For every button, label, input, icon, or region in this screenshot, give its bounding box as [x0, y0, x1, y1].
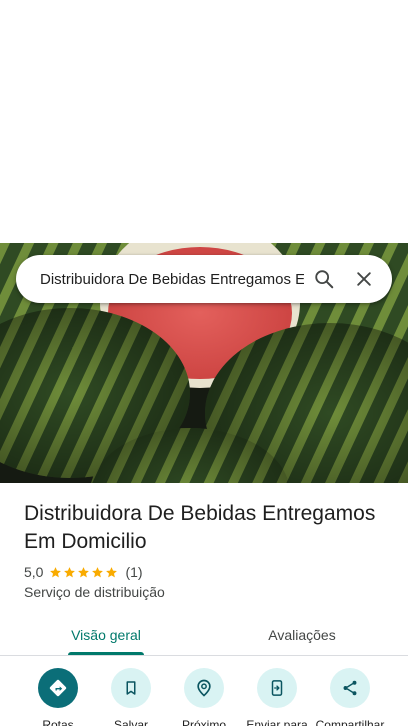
tab-reviews[interactable]: Avaliações [250, 614, 354, 656]
search-icon [315, 270, 334, 289]
nearby-label: Próximo [181, 718, 226, 726]
tab-bar: Visão geral Avaliações [0, 614, 408, 656]
map-blank-area [0, 0, 408, 243]
save-label: Salvar [113, 718, 148, 726]
share-icon [343, 680, 357, 696]
directions-button[interactable]: Rotas [18, 668, 98, 726]
place-category[interactable]: Serviço de distribuição [24, 584, 165, 600]
action-bar: Rotas Salvar Próximo Enviar para Compart… [0, 668, 408, 726]
place-title: Distribuidora De Bebidas Entregamos Em D… [24, 502, 376, 553]
rating-row[interactable]: 5,0 (1) [24, 563, 143, 581]
directions-label: Rotas [42, 718, 74, 726]
close-button[interactable] [344, 259, 384, 299]
share-label: Compartilhar [315, 718, 385, 726]
search-bar[interactable]: Distribuidora De Bebidas Entregamos Em D… [16, 255, 392, 303]
close-icon [357, 272, 371, 286]
bookmark-icon [126, 681, 136, 695]
active-tab-indicator [68, 652, 144, 655]
send-to-phone-icon [271, 680, 283, 696]
search-input[interactable]: Distribuidora De Bebidas Entregamos Em D… [40, 271, 304, 288]
directions-icon [49, 679, 67, 697]
star-rating [49, 566, 119, 579]
nearby-button[interactable]: Próximo [164, 668, 244, 726]
rating-value: 5,0 [24, 564, 44, 580]
tab-overview[interactable]: Visão geral [60, 614, 152, 656]
send-to-phone-button[interactable]: Enviar para [237, 668, 317, 726]
star-icon [92, 566, 104, 577]
review-count: (1) [125, 564, 143, 580]
share-button[interactable]: Compartilhar [310, 668, 390, 726]
search-button[interactable] [304, 259, 344, 299]
star-icon [106, 566, 118, 577]
star-icon [50, 566, 62, 577]
save-button[interactable]: Salvar [91, 668, 171, 726]
send-to-phone-label: Enviar para [246, 718, 308, 726]
star-icon [78, 566, 90, 577]
star-icon [64, 566, 76, 577]
nearby-icon [197, 679, 211, 697]
